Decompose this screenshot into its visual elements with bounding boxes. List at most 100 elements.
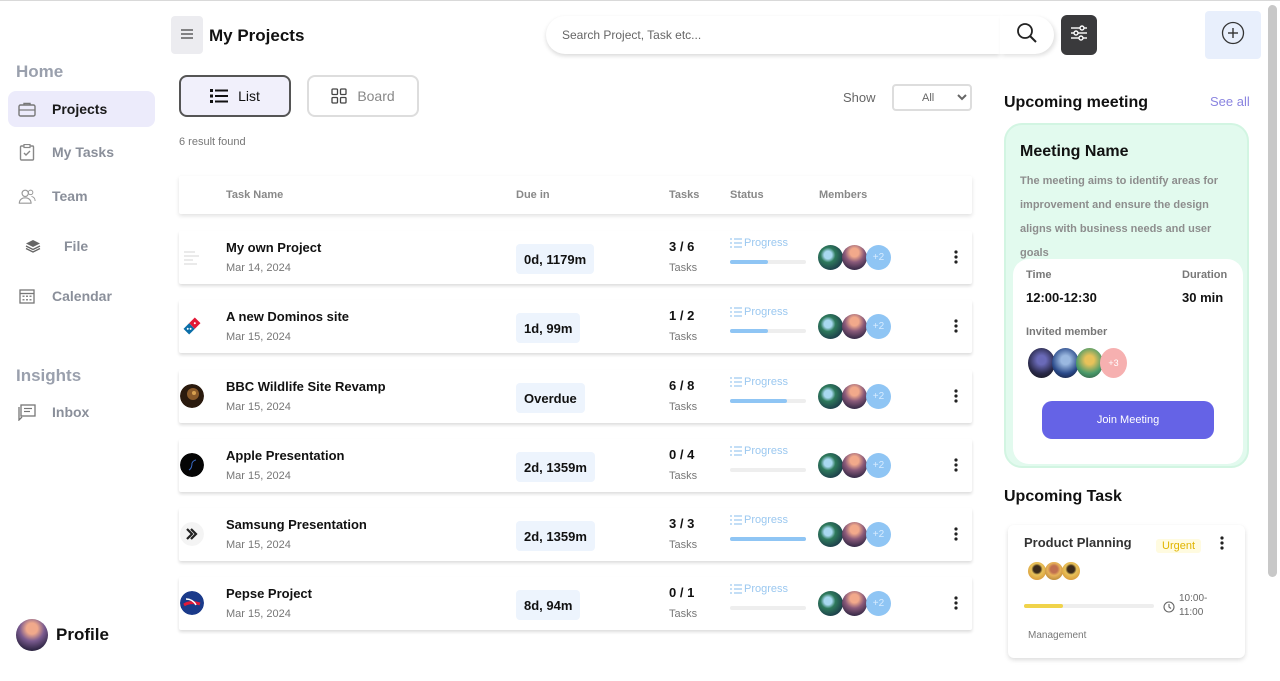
members-group[interactable]: +2 xyxy=(818,453,891,478)
members-group[interactable]: +2 xyxy=(818,314,891,339)
column-header-task-name: Task Name xyxy=(226,189,284,201)
member-avatar xyxy=(842,522,867,547)
invited-label: Invited member xyxy=(1026,326,1108,338)
apple-logo-icon xyxy=(180,453,204,477)
task-count: 3 / 6 xyxy=(669,239,695,254)
board-view-label: Board xyxy=(357,88,395,104)
more-options-icon[interactable] xyxy=(950,455,962,475)
project-name: A new Dominos site xyxy=(226,309,350,324)
sidebar: Home Projects My Tasks Team File Calenda… xyxy=(0,0,165,681)
table-row[interactable]: Samsung Presentation Mar 15, 2024 2d, 13… xyxy=(179,508,972,561)
table-row[interactable]: A new Dominos site Mar 15, 2024 1d, 99m … xyxy=(179,300,972,353)
upcoming-task-card[interactable]: Product Planning Urgent 10:00-11:00 Mana… xyxy=(1008,525,1245,658)
profile-label: Profile xyxy=(56,625,109,644)
status-label: Progress xyxy=(744,583,789,595)
task-count: 6 / 8 xyxy=(669,378,695,393)
members-group[interactable]: +2 xyxy=(818,522,891,547)
column-header-status: Status xyxy=(730,189,764,201)
table-row[interactable]: My own Project Mar 14, 2024 0d, 1179m 3 … xyxy=(179,231,972,284)
task-category: Management xyxy=(1028,630,1087,641)
join-meeting-button[interactable]: Join Meeting xyxy=(1042,401,1214,439)
list-status-icon xyxy=(730,515,742,525)
sidebar-item-team[interactable]: Team xyxy=(8,178,155,214)
more-options-icon[interactable] xyxy=(950,386,962,406)
progress-bar xyxy=(730,399,806,403)
board-view-button[interactable]: Board xyxy=(307,75,419,117)
sidebar-item-projects[interactable]: Projects xyxy=(8,91,155,127)
member-avatar xyxy=(818,522,843,547)
sidebar-item-inbox[interactable]: Inbox xyxy=(8,394,155,430)
extra-members-count: +2 xyxy=(866,384,891,409)
status-label: Progress xyxy=(744,306,789,318)
table-row[interactable]: Apple Presentation Mar 15, 2024 2d, 1359… xyxy=(179,439,972,492)
member-avatar xyxy=(818,314,843,339)
members-group[interactable]: +2 xyxy=(818,245,891,270)
member-avatar xyxy=(818,245,843,270)
filter-button[interactable] xyxy=(1061,15,1097,55)
member-avatar xyxy=(842,591,867,616)
progress-bar xyxy=(730,468,806,472)
task-progress-fill xyxy=(1024,604,1063,608)
member-avatar xyxy=(818,591,843,616)
due-badge: 2d, 1359m xyxy=(516,521,595,551)
project-date: Mar 15, 2024 xyxy=(226,331,291,343)
sidebar-section-insights: Insights xyxy=(16,366,82,385)
profile-link[interactable]: Profile xyxy=(16,619,109,651)
more-options-icon[interactable] xyxy=(950,316,962,336)
more-options-icon[interactable] xyxy=(950,593,962,613)
task-count-label: Tasks xyxy=(669,608,698,620)
more-options-icon[interactable] xyxy=(950,247,962,267)
search-button[interactable] xyxy=(1000,16,1054,54)
add-button[interactable] xyxy=(1205,11,1261,59)
member-avatar xyxy=(818,384,843,409)
page-scrollbar[interactable] xyxy=(1268,5,1277,577)
member-avatar xyxy=(842,245,867,270)
due-badge: 0d, 1179m xyxy=(516,244,595,274)
team-icon xyxy=(18,187,36,205)
task-count: 0 / 4 xyxy=(669,447,695,462)
more-options-icon[interactable] xyxy=(1218,535,1226,551)
task-progress-bar xyxy=(1024,604,1154,608)
status-label: Progress xyxy=(744,237,789,249)
project-date: Mar 15, 2024 xyxy=(226,401,291,413)
page-title: My Projects xyxy=(209,26,305,45)
task-count-label: Tasks xyxy=(669,331,698,343)
status-badge: Progress xyxy=(730,306,788,318)
list-status-icon xyxy=(730,446,742,456)
result-count: 6 result found xyxy=(179,136,246,148)
sidebar-item-file[interactable]: File xyxy=(8,228,155,264)
dominos-logo-icon xyxy=(180,314,204,338)
member-avatar xyxy=(1045,562,1063,580)
task-count-label: Tasks xyxy=(669,401,698,413)
table-row[interactable]: BBC Wildlife Site Revamp Mar 15, 2024 Ov… xyxy=(179,370,972,423)
search-icon xyxy=(1016,22,1038,49)
list-status-icon xyxy=(730,238,742,248)
invited-members[interactable]: +3 xyxy=(1028,348,1127,378)
search-input[interactable] xyxy=(562,28,1000,42)
progress-bar xyxy=(730,329,806,333)
status-label: Progress xyxy=(744,514,789,526)
members-group[interactable]: +2 xyxy=(818,591,891,616)
more-options-icon[interactable] xyxy=(950,524,962,544)
clock-icon xyxy=(1163,600,1175,613)
sidebar-item-calendar[interactable]: Calendar xyxy=(8,278,155,314)
hamburger-icon xyxy=(181,26,193,44)
show-filter-select[interactable]: All xyxy=(892,84,972,111)
menu-button[interactable] xyxy=(171,16,203,54)
member-avatar xyxy=(1052,348,1079,378)
extra-members-count: +2 xyxy=(866,522,891,547)
status-badge: Progress xyxy=(730,514,788,526)
see-all-link[interactable]: See all xyxy=(1210,94,1250,109)
project-name: BBC Wildlife Site Revamp xyxy=(226,379,386,394)
sidebar-item-label: Team xyxy=(52,188,88,204)
table-row[interactable]: Pepse Project Mar 15, 2024 8d, 94m 0 / 1… xyxy=(179,577,972,630)
meeting-description: The meeting aims to identify areas for i… xyxy=(1020,175,1219,259)
member-avatar xyxy=(1028,348,1055,378)
status-badge: Progress xyxy=(730,583,788,595)
task-title: Product Planning xyxy=(1024,535,1132,550)
sidebar-item-my-tasks[interactable]: My Tasks xyxy=(8,134,155,170)
extra-members-count: +2 xyxy=(866,453,891,478)
list-view-button[interactable]: List xyxy=(179,75,291,117)
members-group[interactable]: +2 xyxy=(818,384,891,409)
extra-members-count: +2 xyxy=(866,591,891,616)
